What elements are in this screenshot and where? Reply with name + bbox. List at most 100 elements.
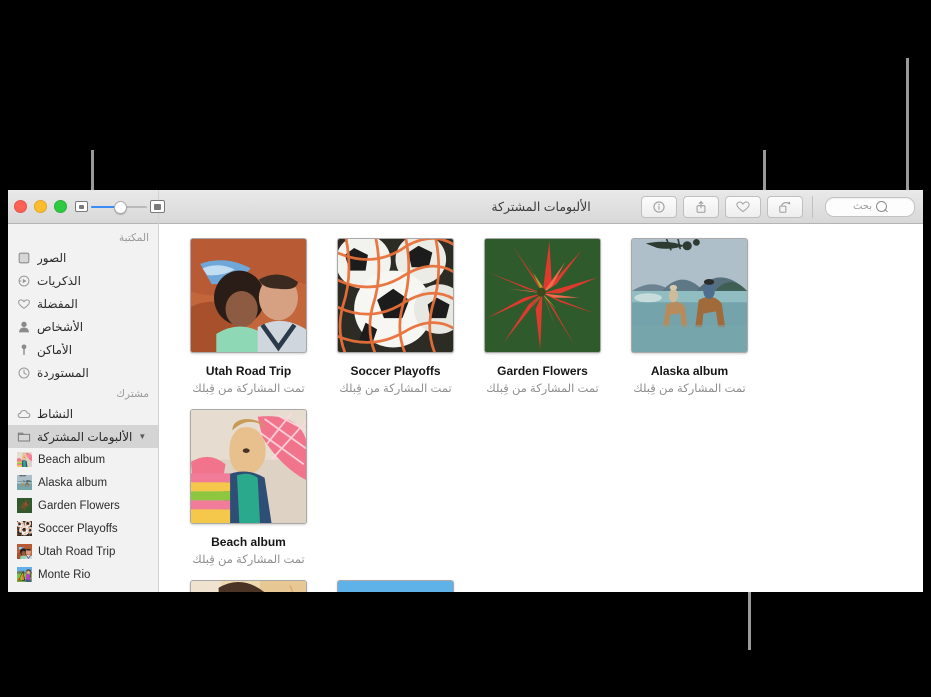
sidebar-item-label: المستوردة <box>37 365 89 380</box>
slider-track[interactable] <box>91 200 147 214</box>
zoom-button[interactable] <box>54 200 67 213</box>
album-tile[interactable]: Summer in Aust... تمت المشاركة من قِبلك <box>175 580 322 592</box>
sidebar-item-label: الأماكن <box>37 342 73 357</box>
sidebar-item-person[interactable]: الأشخاص <box>8 315 158 338</box>
sidebar-album-item[interactable]: Utah Road Trip <box>8 540 158 563</box>
album-tile[interactable]: Alaska album تمت المشاركة من قِبلك <box>616 238 763 395</box>
search-icon <box>876 201 888 212</box>
sidebar-item-memories[interactable]: الذكريات <box>8 269 158 292</box>
album-tile[interactable]: Monte Rio تمت المشاركة من قِبلك <box>322 580 469 592</box>
photos-icon <box>18 252 30 263</box>
album-thumbnail <box>16 520 34 537</box>
thumbnail-size-slider[interactable] <box>75 200 165 214</box>
chevron-down-icon[interactable]: ▼ <box>138 432 146 441</box>
sidebar-item-label: المفضلة <box>37 296 78 311</box>
album-subtitle: تمت المشاركة من قِبلك <box>633 383 746 395</box>
shared-albums-icon <box>17 430 31 444</box>
search-input[interactable]: بحث <box>825 196 915 217</box>
slider-knob[interactable] <box>114 200 127 214</box>
album-title: Alaska album <box>650 364 729 378</box>
sidebar-list: المكتبة الصور الذكريات المفضلة الأشخاص ا… <box>8 224 158 592</box>
sidebar-album-label: Alaska album <box>38 476 108 489</box>
sidebar-header-library: المكتبة <box>119 232 149 244</box>
album-thumbnail <box>17 474 32 490</box>
rotate-button[interactable] <box>767 195 803 218</box>
window-title: الألبومات المشتركة <box>491 200 591 214</box>
shared-albums-grid: Utah Road Trip تمت المشاركة من قِبلك Soc… <box>159 224 923 592</box>
large-thumbnail-icon <box>150 200 165 213</box>
album-title: Soccer Playoffs <box>350 364 441 378</box>
album-thumbnail <box>17 567 32 582</box>
sidebar-header-shared: مشترك <box>116 388 149 400</box>
heart-icon <box>17 297 31 311</box>
cloud-icon <box>17 407 31 421</box>
album-thumbnail <box>17 498 32 513</box>
sidebar-item-shared-albums[interactable]: الألبومات المشتركة ▼ <box>8 425 158 448</box>
album-cover-image[interactable] <box>337 580 454 592</box>
album-title: Beach album <box>211 535 286 549</box>
cloud-icon <box>17 409 31 418</box>
sidebar-item-pin[interactable]: الأماكن <box>8 338 158 361</box>
sidebar-item-label: الصور <box>37 250 67 265</box>
sidebar-album-label: Monte Rio <box>38 568 91 581</box>
heart-icon <box>18 298 30 309</box>
album-cover-image[interactable] <box>190 580 307 592</box>
sidebar-album-item[interactable]: Monte Rio <box>8 563 158 586</box>
share-icon <box>696 200 706 213</box>
sidebar-album-label: Garden Flowers <box>38 499 120 512</box>
sidebar-item-cloud[interactable]: النشاط <box>8 402 158 425</box>
traffic-lights <box>14 200 67 213</box>
sidebar-item-label: الأشخاص <box>37 319 84 334</box>
shared-albums-icon <box>17 432 31 442</box>
sidebar-toolbar <box>8 190 165 224</box>
sidebar-album-label: Soccer Playoffs <box>38 522 118 535</box>
album-thumbnail <box>17 452 33 467</box>
small-thumbnail-icon <box>75 201 88 212</box>
share-button[interactable] <box>683 195 719 218</box>
photos-app-window: بحث الألبومات المشتركة Utah Road Trip تم… <box>8 190 923 592</box>
album-cover-image[interactable] <box>190 409 307 524</box>
person-icon <box>19 321 29 332</box>
sidebar-item-clock[interactable]: المستوردة <box>8 361 158 384</box>
album-tile[interactable]: Beach album تمت المشاركة من قِبلك <box>175 409 322 566</box>
album-thumbnail <box>17 544 32 559</box>
sidebar-album-item[interactable]: Garden Flowers <box>8 494 158 517</box>
sidebar-item-heart[interactable]: المفضلة <box>8 292 158 315</box>
memories-icon <box>18 275 30 286</box>
memories-icon <box>17 274 31 288</box>
album-subtitle: تمت المشاركة من قِبلك <box>486 383 599 395</box>
album-tile[interactable]: Utah Road Trip تمت المشاركة من قِبلك <box>175 238 322 395</box>
sidebar-item-label: النشاط <box>37 406 74 421</box>
album-subtitle: تمت المشاركة من قِبلك <box>339 383 452 395</box>
content-toolbar: بحث الألبومات المشتركة <box>159 190 923 224</box>
heart-icon <box>736 200 750 212</box>
sidebar-album-label: Beach album <box>38 453 106 466</box>
minimize-button[interactable] <box>34 200 47 213</box>
album-title: Garden Flowers <box>497 364 588 378</box>
sidebar-album-item[interactable]: Alaska album <box>8 471 158 494</box>
album-cover-image[interactable] <box>190 238 307 353</box>
album-cover-image[interactable] <box>484 238 601 353</box>
sidebar-item-label: الذكريات <box>37 273 81 288</box>
album-cover-image[interactable] <box>337 238 454 353</box>
sidebar-item-photos[interactable]: الصور <box>8 246 158 269</box>
album-tile[interactable]: Garden Flowers تمت المشاركة من قِبلك <box>469 238 616 395</box>
sidebar-pane: المكتبة الصور الذكريات المفضلة الأشخاص ا… <box>8 190 165 592</box>
album-cover-image[interactable] <box>631 238 748 353</box>
clock-icon <box>17 366 31 380</box>
rotate-icon <box>779 200 791 213</box>
sidebar-album-item[interactable]: Beach album <box>8 448 158 471</box>
album-tile[interactable]: Soccer Playoffs تمت المشاركة من قِبلك <box>322 238 469 395</box>
toolbar-divider <box>812 195 813 218</box>
album-subtitle: تمت المشاركة من قِبلك <box>192 383 305 395</box>
clock-icon <box>18 366 30 379</box>
sidebar-album-label: Utah Road Trip <box>38 545 116 558</box>
favorite-button[interactable] <box>725 195 761 218</box>
content-pane: بحث الألبومات المشتركة Utah Road Trip تم… <box>159 190 923 592</box>
info-button[interactable] <box>641 195 677 218</box>
close-button[interactable] <box>14 200 27 213</box>
sidebar-album-item[interactable]: Soccer Playoffs <box>8 517 158 540</box>
pin-icon <box>21 343 27 355</box>
photos-icon <box>17 251 31 265</box>
callout-line-traffic-lights <box>906 58 909 208</box>
